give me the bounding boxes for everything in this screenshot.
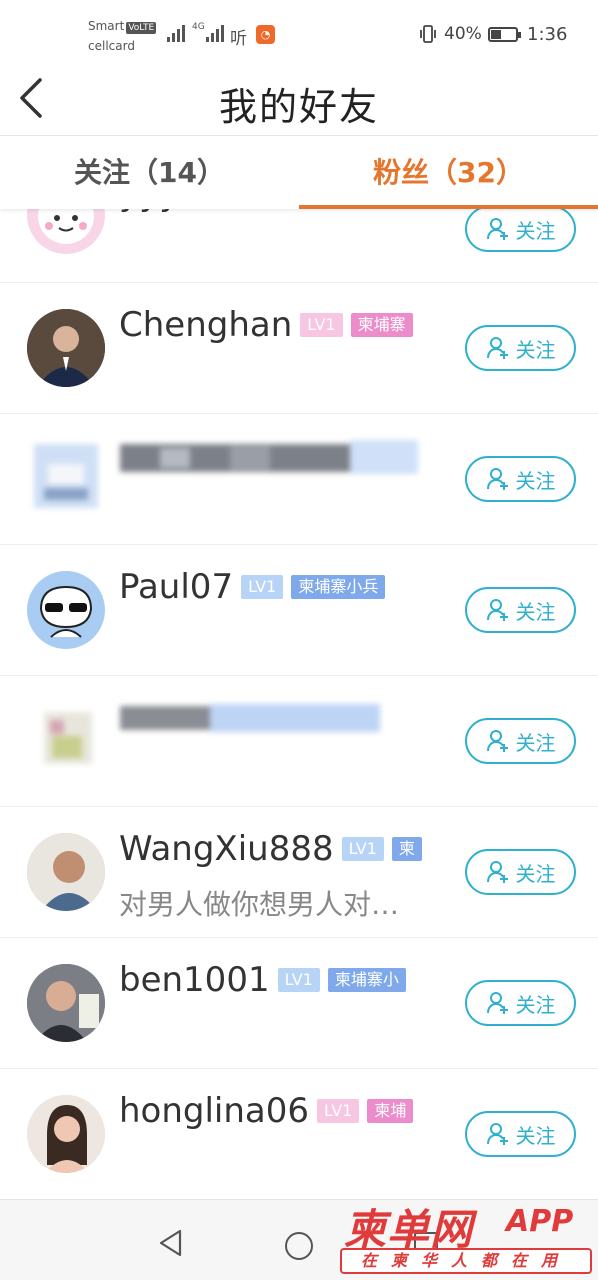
name-line: Paul07 LV1 柬埔寨小兵 [119, 567, 386, 607]
title-badge: 柬埔寨小 [327, 968, 406, 992]
battery-percent: 40% [444, 24, 482, 44]
title-badge: 柬埔 [367, 1099, 414, 1123]
follow-label: 关注 [515, 218, 556, 243]
name-line: Chenghan LV1 柬埔寨 [119, 305, 413, 345]
add-user-icon [486, 468, 508, 490]
page-title: 我的好友 [218, 85, 379, 129]
list-item[interactable]: WangXiu888 LV1 柬 对男人做你想男人对… 关注 [0, 807, 598, 938]
status-bar: Smart VoLTE cellcard 4G 听 ◔ 40% 1:36 [0, 0, 598, 66]
avatar [27, 833, 105, 911]
add-user-icon [486, 337, 508, 359]
username: ben1001 [119, 960, 270, 1000]
level-badge: LV1 [300, 313, 343, 337]
follow-label: 关注 [515, 992, 556, 1017]
list-item[interactable]: ben1001 LV1 柬埔寨小 关注 [0, 938, 598, 1069]
list-item[interactable]: 关注 [0, 676, 598, 807]
volte-badge: VoLTE [126, 22, 157, 34]
list-item[interactable]: yyy 关注 [0, 209, 598, 283]
list-item[interactable]: 关注 [0, 414, 598, 545]
username: Paul07 [119, 567, 234, 607]
avatar [27, 1095, 105, 1173]
add-user-icon [486, 992, 508, 1014]
username: honglina06 [119, 1091, 310, 1131]
avatar [27, 309, 105, 387]
follow-button[interactable]: 关注 [465, 325, 576, 371]
follow-label: 关注 [515, 337, 556, 362]
name-line: WangXiu888 LV1 柬 [119, 829, 422, 869]
follow-button[interactable]: 关注 [465, 1111, 576, 1157]
title-badge: 柬 [391, 837, 422, 861]
follow-button[interactable]: 关注 [465, 209, 576, 252]
level-badge: LV1 [241, 575, 284, 599]
battery-icon [488, 27, 521, 42]
level-badge: LV1 [317, 1099, 360, 1123]
tab-bar: 关注（14） 粉丝（32） [0, 137, 598, 209]
blurred-name [120, 440, 418, 476]
follow-button[interactable]: 关注 [465, 587, 576, 633]
add-user-icon [486, 218, 508, 240]
header: 我的好友 [0, 66, 598, 136]
clock: 1:36 [527, 24, 568, 45]
listen-app-icon: 听 [230, 29, 247, 49]
add-user-icon [486, 861, 508, 883]
vibrate-icon [420, 25, 436, 43]
signal-icon [167, 24, 185, 42]
level-badge: LV1 [277, 968, 320, 992]
user-bio: 对男人做你想男人对… [119, 888, 400, 921]
avatar [36, 706, 100, 770]
list-item[interactable]: Chenghan LV1 柬埔寨 关注 [0, 283, 598, 414]
level-badge: LV1 [341, 837, 384, 861]
username: WangXiu888 [119, 829, 334, 869]
title-badge: 柬埔寨 [350, 313, 413, 337]
avatar [24, 434, 108, 518]
follow-button[interactable]: 关注 [465, 718, 576, 764]
follow-label: 关注 [515, 861, 556, 886]
signal-icon-2 [206, 24, 224, 42]
follow-label: 关注 [515, 599, 556, 624]
add-user-icon [486, 1123, 508, 1145]
follow-button[interactable]: 关注 [465, 456, 576, 502]
tab-fans[interactable]: 粉丝（32） [299, 137, 598, 209]
app-notification-icon: ◔ [256, 25, 275, 44]
follow-label: 关注 [515, 468, 556, 493]
list-item[interactable]: Paul07 LV1 柬埔寨小兵 关注 [0, 545, 598, 676]
blurred-name [120, 700, 380, 736]
follow-button[interactable]: 关注 [465, 849, 576, 895]
follow-label: 关注 [515, 1123, 556, 1148]
watermark-logo: 柬单网 APP 在柬华人都在用 [340, 1196, 592, 1276]
nav-home-icon[interactable] [285, 1232, 313, 1260]
network-type: 4G [192, 22, 205, 32]
name-line: honglina06 LV1 柬埔 [119, 1091, 414, 1131]
carrier-name-2: cellcard [88, 39, 135, 53]
username: Chenghan [119, 305, 293, 345]
nav-back-icon[interactable] [156, 1228, 186, 1258]
name-line: yyy [119, 209, 179, 214]
watermark-app: APP [506, 1204, 574, 1239]
tab-following[interactable]: 关注（14） [0, 137, 299, 209]
carrier-name: Smart [88, 19, 125, 33]
name-line: ben1001 LV1 柬埔寨小 [119, 960, 406, 1000]
add-user-icon [486, 730, 508, 752]
friend-list: yyy 关注 Chenghan LV1 柬埔寨 关注 [0, 209, 598, 1199]
avatar [27, 571, 105, 649]
watermark-slogan: 在柬华人都在用 [340, 1248, 592, 1274]
add-user-icon [486, 599, 508, 621]
username: yyy [119, 209, 179, 214]
title-badge: 柬埔寨小兵 [291, 575, 386, 599]
list-item[interactable]: honglina06 LV1 柬埔 关注 [0, 1069, 598, 1199]
avatar [27, 209, 105, 254]
follow-button[interactable]: 关注 [465, 980, 576, 1026]
follow-label: 关注 [515, 730, 556, 755]
avatar [27, 964, 105, 1042]
carrier-info: Smart VoLTE cellcard [88, 16, 157, 56]
